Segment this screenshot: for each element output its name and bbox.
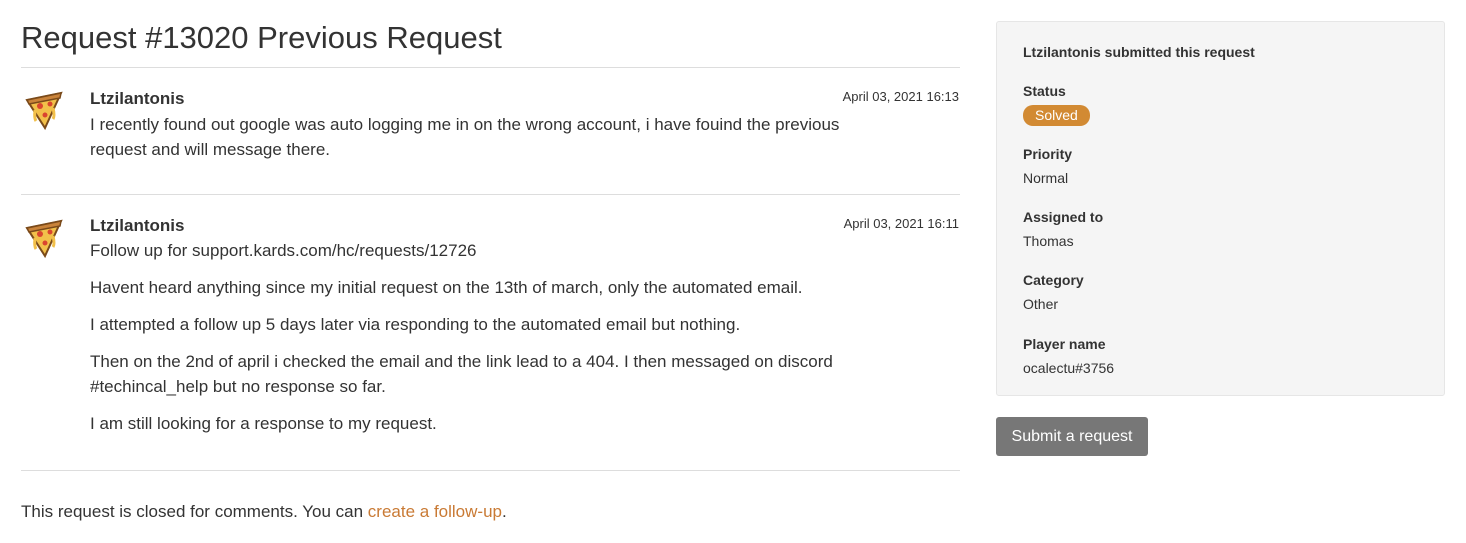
submitter-text: Ltzilantonis submitted this request — [1023, 44, 1255, 60]
comment-paragraph: I attempted a follow up 5 days later via… — [90, 315, 741, 334]
player-name-label: Player name — [1023, 336, 1106, 352]
assigned-label: Assigned to — [1023, 209, 1104, 225]
closed-note: This request is closed for comments. You… — [21, 502, 507, 522]
comment-body: I recently found out google was auto log… — [90, 112, 880, 174]
assigned-value: Thomas — [1023, 233, 1074, 249]
page-title: Request #13020 Previous Request — [21, 0, 960, 68]
comment-body: Follow up for support.kards.com/hc/reque… — [90, 238, 880, 448]
comment-paragraph: Then on the 2nd of april i checked the e… — [90, 352, 833, 396]
closed-note-suffix: . — [501, 502, 507, 521]
category-field: Category Other — [1023, 272, 1084, 313]
player-name-value: ocalectu#3756 — [1023, 360, 1115, 376]
status-badge: Solved — [1023, 105, 1090, 126]
assigned-field: Assigned to Thomas — [1023, 209, 1103, 250]
request-main: Request #13020 Previous Request Ltzilant… — [21, 0, 960, 521]
player-name-field: Player name ocalectu#3756 — [1023, 336, 1114, 377]
priority-label: Priority — [1023, 146, 1073, 162]
comment-date: April 03, 2021 16:13 — [842, 89, 959, 104]
pizza-icon — [25, 91, 63, 131]
priority-value: Normal — [1023, 170, 1069, 186]
priority-field: Priority Normal — [1023, 146, 1072, 187]
comment-paragraph: Havent heard anything since my initial r… — [90, 278, 803, 297]
comment: Ltzilantonis April 03, 2021 16:11 Follow… — [21, 195, 960, 471]
category-value: Other — [1023, 296, 1059, 312]
comment: Ltzilantonis April 03, 2021 16:13 I rece… — [21, 68, 960, 195]
comment-date: April 03, 2021 16:11 — [843, 216, 959, 231]
comment-paragraph: I am still looking for a response to my … — [90, 414, 437, 433]
comment-author: Ltzilantonis — [90, 216, 185, 235]
comment-paragraph: Follow up for support.kards.com/hc/reque… — [90, 241, 477, 260]
status-label: Status — [1023, 83, 1066, 99]
status-field: Status Solved — [1023, 83, 1090, 126]
comment-author: Ltzilantonis — [90, 89, 185, 108]
submit-request-button[interactable]: Submit a request — [996, 417, 1148, 456]
closed-note-text: This request is closed for comments. You… — [21, 502, 368, 521]
pizza-icon — [25, 219, 63, 259]
comment-paragraph: I recently found out google was auto log… — [90, 115, 840, 159]
create-follow-up-link[interactable]: create a follow-up — [368, 502, 502, 521]
category-label: Category — [1023, 272, 1084, 288]
request-details-panel: Ltzilantonis submitted this request Stat… — [996, 21, 1445, 396]
